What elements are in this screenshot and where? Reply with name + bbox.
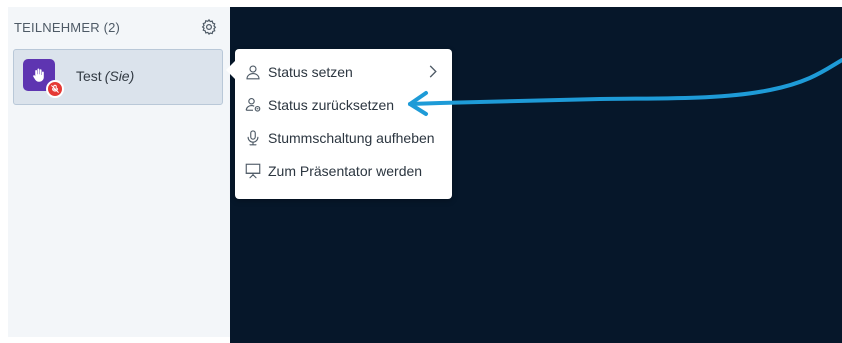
raised-hand-icon	[33, 68, 44, 82]
menu-item-label: Stummschaltung aufheben	[268, 129, 435, 146]
presentation-icon	[245, 163, 261, 178]
participants-panel: TEILNEHMER (2) Test (Sie)	[8, 7, 230, 337]
menu-item-label: Status setzen	[268, 63, 353, 80]
participant-name: Test (Sie)	[76, 68, 135, 84]
chevron-right-icon	[429, 65, 437, 78]
menu-pointer	[226, 61, 235, 79]
menu-item-unmute[interactable]: Stummschaltung aufheben	[235, 121, 452, 154]
you-label: (Sie)	[104, 68, 135, 84]
participants-title: TEILNEHMER (2)	[14, 19, 121, 35]
menu-item-set-status[interactable]: Status setzen	[235, 55, 452, 88]
user-reset-icon	[245, 97, 261, 112]
menu-item-become-presenter[interactable]: Zum Präsentator werden	[235, 154, 452, 187]
muted-microphone-icon	[46, 80, 64, 98]
menu-item-label: Status zurücksetzen	[268, 96, 395, 113]
participants-header: TEILNEHMER (2)	[8, 7, 230, 47]
page: TEILNEHMER (2) Test (Sie) Status setzen …	[0, 0, 842, 343]
participant-row[interactable]: Test (Sie)	[13, 49, 223, 105]
gear-icon[interactable]	[200, 18, 218, 36]
menu-item-reset-status[interactable]: Status zurücksetzen	[235, 88, 452, 121]
participant-context-menu: Status setzen Status zurücksetzen Stumms…	[226, 49, 452, 199]
menu-item-label: Zum Präsentator werden	[268, 162, 423, 179]
microphone-icon	[247, 129, 259, 145]
user-icon	[246, 64, 260, 79]
